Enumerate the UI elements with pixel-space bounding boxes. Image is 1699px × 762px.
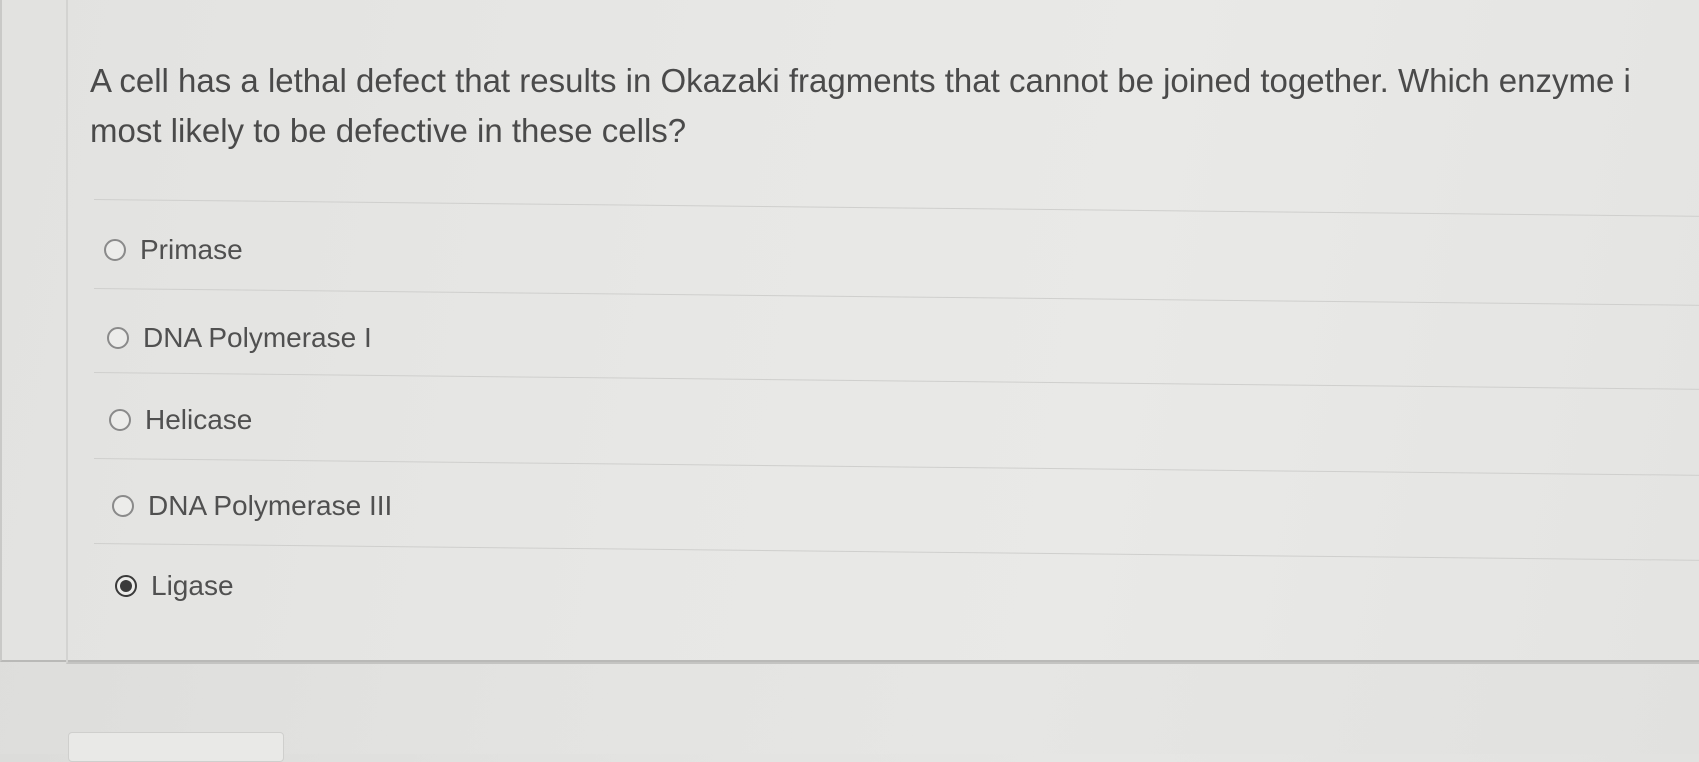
radio-button[interactable] <box>112 495 134 517</box>
option-dna-polymerase-i[interactable]: DNA Polymerase I <box>107 320 372 356</box>
option-dna-polymerase-iii[interactable]: DNA Polymerase III <box>112 488 392 524</box>
option-label: Ligase <box>151 570 234 601</box>
option-label: Primase <box>140 234 243 265</box>
option-label: DNA Polymerase I <box>143 322 372 353</box>
next-button[interactable] <box>68 732 284 762</box>
radio-button-selected[interactable] <box>115 575 137 597</box>
option-primase[interactable]: Primase <box>104 232 243 268</box>
question-line-2: most likely to be defective in these cel… <box>90 112 687 149</box>
question-line-1: A cell has a lethal defect that results … <box>90 62 1631 99</box>
option-helicase[interactable]: Helicase <box>109 402 252 438</box>
question-text: A cell has a lethal defect that results … <box>90 56 1690 156</box>
option-label: DNA Polymerase III <box>148 490 393 521</box>
radio-button[interactable] <box>104 239 126 261</box>
option-label: Helicase <box>145 404 253 435</box>
radio-button[interactable] <box>107 327 129 349</box>
option-ligase[interactable]: Ligase <box>115 568 234 604</box>
radio-button[interactable] <box>109 409 131 431</box>
